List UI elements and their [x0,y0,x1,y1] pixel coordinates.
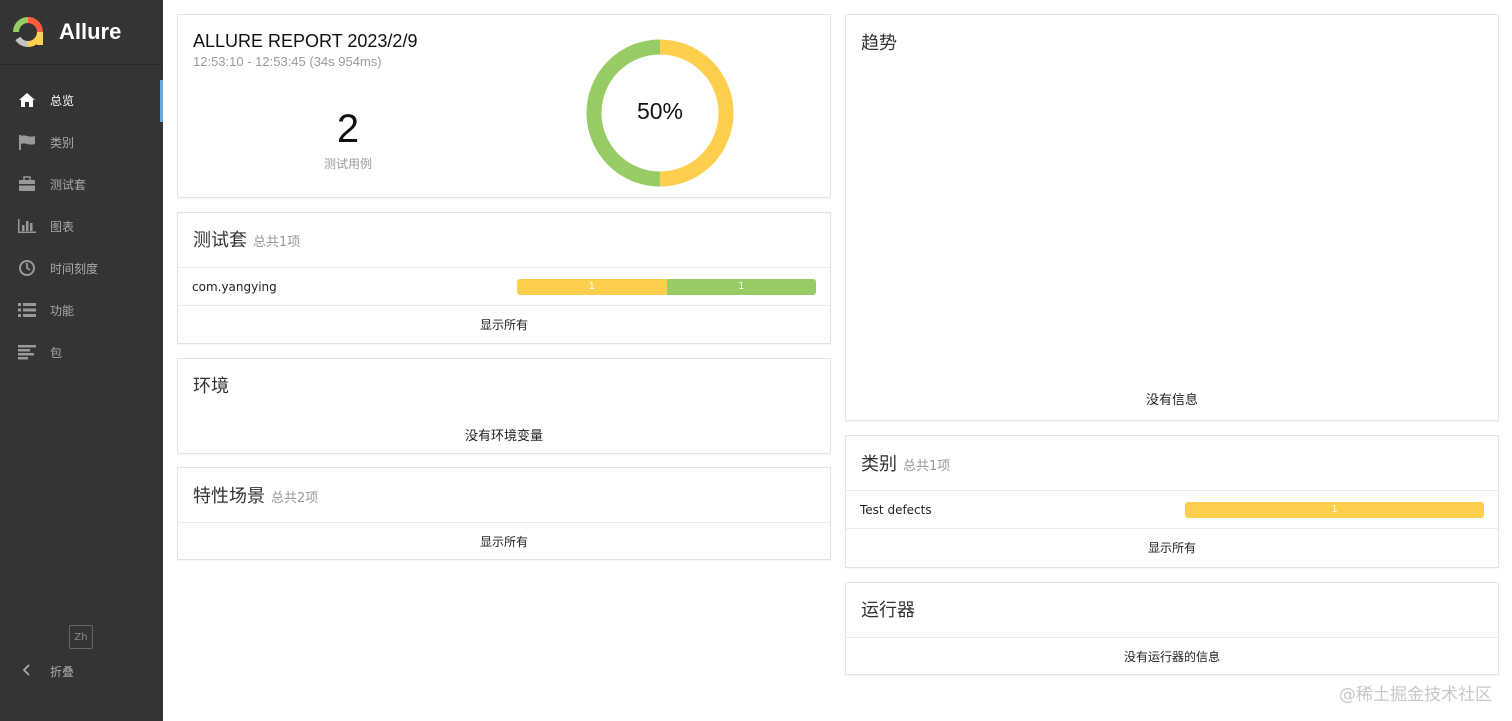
sidebar-item-suites[interactable]: 测试套 [0,163,163,205]
sidebar-item-label: 功能 [50,303,75,318]
environment-empty-message: 没有环境变量 [464,428,543,444]
sidebar-item-categories[interactable]: 类别 [0,121,163,163]
allure-logo-icon [12,16,44,48]
bar-segment-passed: 1 [666,278,816,295]
sidebar-item-overview[interactable]: 总览 [0,79,163,122]
sidebar-item-graphs[interactable]: 图表 [0,205,163,247]
executors-widget: 运行器 没有运行器的信息 [845,582,1499,675]
features-count: 总共2项 [271,491,319,506]
trend-header: 趋势 [846,15,1498,73]
bar-chart-icon [17,217,37,235]
sidebar-item-label: 类别 [50,135,75,150]
sidebar-item-packages[interactable]: 包 [0,331,163,373]
categories-widget: 类别 总共1项 Test defects 1 显示所有 [845,435,1499,568]
status-donut-chart[interactable]: 50% [585,38,735,188]
home-icon [17,91,37,109]
features-show-all-link[interactable]: 显示所有 [178,522,830,560]
sidebar-item-label: 总览 [50,93,75,108]
suite-status-bar: 1 1 [517,278,816,295]
summary-widget: ALLURE REPORT 2023/2/9 12:53:10 - 12:53:… [177,14,831,198]
pass-rate-label: 50% [636,98,684,124]
executors-empty-message: 没有运行器的信息 [846,637,1498,675]
align-left-icon [17,343,37,361]
categories-show-all-link[interactable]: 显示所有 [846,528,1498,566]
language-switch-button[interactable]: Zh [69,625,93,649]
collapse-label: 折叠 [50,664,75,679]
categories-title: 类别 [861,454,897,475]
suites-widget: 测试套 总共1项 com.yangying 1 1 显示所有 [177,212,831,344]
clock-icon [17,259,37,277]
chevron-left-icon [17,663,37,679]
features-title: 特性场景 [193,486,265,507]
environment-widget: 环境 没有环境变量 [177,358,831,454]
environment-header: 环境 [178,359,830,415]
bar-segment-broken: 1 [517,278,667,295]
sidebar-item-label: 测试套 [50,177,87,192]
suites-show-all-link[interactable]: 显示所有 [178,305,830,343]
list-icon [17,301,37,319]
flag-icon [17,133,37,151]
features-header: 特性场景 总共2项 [178,468,830,522]
briefcase-icon [17,175,37,193]
category-status-bar: 1 [1185,501,1484,518]
suites-title: 测试套 [193,230,247,251]
executors-title: 运行器 [861,600,915,621]
watermark-text: @稀土掘金技术社区 [1339,685,1492,705]
test-case-count-label: 测试用例 [323,157,372,171]
sidebar: Allure 总览 类别 测试套 图表 时间刻度 功能 包 Zh 折叠 [0,0,163,721]
sidebar-nav: 总览 类别 测试套 图表 时间刻度 功能 包 [0,79,163,373]
sidebar-item-label: 图表 [50,219,75,234]
report-time-range: 12:53:10 - 12:53:45 (34s 954ms) [193,54,382,69]
suites-count: 总共1项 [253,235,301,250]
table-row[interactable]: Test defects 1 [846,490,1498,528]
sidebar-item-behaviors[interactable]: 功能 [0,289,163,331]
sidebar-item-timeline[interactable]: 时间刻度 [0,247,163,289]
category-name: Test defects [860,502,932,517]
bar-segment-broken: 1 [1185,501,1484,518]
sidebar-item-label: 包 [50,345,63,360]
test-case-count: 2 [336,107,360,151]
suite-name: com.yangying [192,279,277,294]
executors-header: 运行器 [846,583,1498,637]
trend-empty-message: 没有信息 [1145,392,1198,408]
categories-header: 类别 总共1项 [846,436,1498,490]
trend-widget: 趋势 没有信息 [845,14,1499,421]
trend-title: 趋势 [861,33,897,54]
features-widget: 特性场景 总共2项 显示所有 [177,467,831,560]
brand-name: Allure [59,19,122,44]
report-title: ALLURE REPORT 2023/2/9 [193,31,418,51]
collapse-button[interactable]: 折叠 [17,660,74,682]
table-row[interactable]: com.yangying 1 1 [178,267,830,305]
categories-count: 总共1项 [903,459,951,474]
brand[interactable]: Allure [0,0,163,65]
suites-header: 测试套 总共1项 [178,213,830,267]
environment-title: 环境 [193,376,229,397]
sidebar-item-label: 时间刻度 [50,261,99,276]
